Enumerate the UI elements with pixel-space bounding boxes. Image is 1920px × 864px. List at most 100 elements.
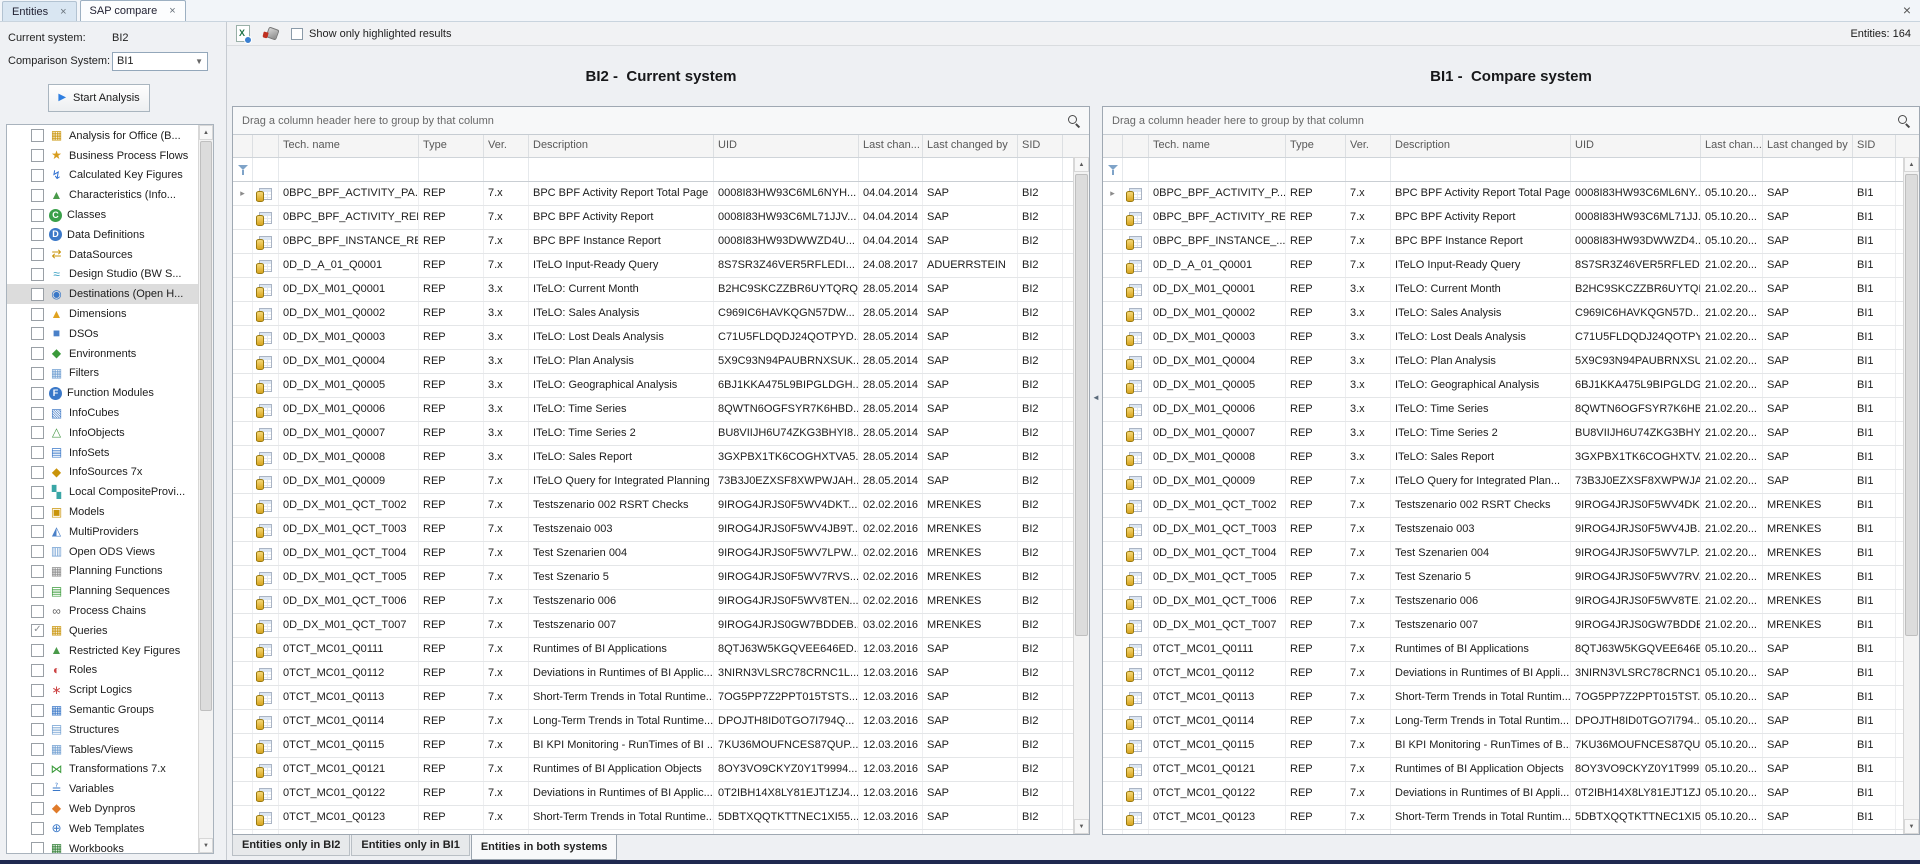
column-header-description[interactable]: Description bbox=[1391, 135, 1571, 157]
checkbox[interactable] bbox=[31, 228, 44, 241]
filter-cell[interactable] bbox=[279, 158, 419, 181]
checkbox[interactable] bbox=[31, 268, 44, 281]
table-row[interactable]: 0D_DX_M01_QCT_T004REP7.xTest Szenarien 0… bbox=[233, 542, 1089, 566]
checkbox[interactable] bbox=[31, 822, 44, 835]
checkbox[interactable] bbox=[31, 842, 44, 853]
table-row[interactable]: 0D_DX_M01_Q0001REP3.xITeLO: Current Mont… bbox=[233, 278, 1089, 302]
table-row[interactable]: 0D_DX_M01_Q0006REP3.xITeLO: Time Series8… bbox=[1103, 398, 1919, 422]
scrollbar-thumb[interactable] bbox=[1905, 174, 1918, 636]
checkbox[interactable] bbox=[31, 129, 44, 142]
excel-export-icon[interactable] bbox=[236, 25, 250, 42]
table-row[interactable]: 0D_DX_M01_Q0006REP3.xITeLO: Time Series8… bbox=[233, 398, 1089, 422]
filter-cell[interactable] bbox=[923, 158, 1018, 181]
table-row[interactable]: 0TCT_MC01_Q0121REP7.xRuntimes of BI Appl… bbox=[1103, 758, 1919, 782]
sidebar-item-open-ods-views[interactable]: ▥Open ODS Views bbox=[7, 542, 198, 562]
show-only-highlighted-checkbox[interactable] bbox=[291, 28, 303, 40]
column-header-tech-name[interactable]: Tech. name bbox=[1149, 135, 1286, 157]
table-row[interactable]: 0TCT_MC01_Q0112REP7.xDeviations in Runti… bbox=[1103, 662, 1919, 686]
filter-cell[interactable] bbox=[1346, 158, 1391, 181]
sidebar-item-structures[interactable]: ▤Structures bbox=[7, 720, 198, 740]
sidebar-item-destinations-open-h[interactable]: ◉Destinations (Open H... bbox=[7, 284, 198, 304]
table-row[interactable]: 0D_DX_M01_Q0009REP7.xITeLO Query for Int… bbox=[233, 470, 1089, 494]
sidebar-item-data-definitions[interactable]: DData Definitions bbox=[7, 225, 198, 245]
sidebar-item-variables[interactable]: ≟Variables bbox=[7, 779, 198, 799]
table-row[interactable]: 0D_DX_M01_QCT_T003REP7.xTestszenaio 0039… bbox=[233, 518, 1089, 542]
checkbox[interactable] bbox=[31, 189, 44, 202]
table-row[interactable]: 0TCT_MC01_Q0124REP7.xLong-Term Trends in… bbox=[233, 830, 1089, 834]
table-row[interactable]: 0D_DX_M01_Q0002REP3.xITeLO: Sales Analys… bbox=[1103, 302, 1919, 326]
grid-splitter[interactable]: ◄ bbox=[1090, 46, 1102, 835]
table-row[interactable]: 0TCT_MC01_Q0111REP7.xRuntimes of BI Appl… bbox=[233, 638, 1089, 662]
table-row[interactable]: 0TCT_MC01_Q0112REP7.xDeviations in Runti… bbox=[233, 662, 1089, 686]
search-icon[interactable] bbox=[1068, 115, 1080, 127]
sidebar-item-classes[interactable]: CClasses bbox=[7, 205, 198, 225]
sidebar-item-queries[interactable]: ✓▦Queries bbox=[7, 621, 198, 641]
filter-cell[interactable] bbox=[419, 158, 484, 181]
table-row[interactable]: 0D_DX_M01_QCT_T004REP7.xTest Szenarien 0… bbox=[1103, 542, 1919, 566]
table-row[interactable]: 0TCT_MC01_Q0124REP7.xLong-Term Trends in… bbox=[1103, 830, 1919, 834]
table-row[interactable]: 0TCT_MC01_Q0113REP7.xShort-Term Trends i… bbox=[1103, 686, 1919, 710]
scroll-down-icon[interactable]: ▼ bbox=[1074, 819, 1089, 834]
checkbox[interactable] bbox=[31, 486, 44, 499]
checkbox[interactable] bbox=[31, 248, 44, 261]
filter-cell[interactable] bbox=[1286, 158, 1346, 181]
tab-entities[interactable]: Entities × bbox=[2, 1, 77, 21]
filter-cell[interactable] bbox=[484, 158, 529, 181]
checkbox[interactable] bbox=[31, 684, 44, 697]
sidebar-item-environments[interactable]: ◆Environments bbox=[7, 344, 198, 364]
table-row[interactable]: 0D_DX_M01_Q0008REP3.xITeLO: Sales Report… bbox=[233, 446, 1089, 470]
sidebar-item-transformations-7-x[interactable]: ⋈Transformations 7.x bbox=[7, 760, 198, 780]
checkbox[interactable] bbox=[31, 407, 44, 420]
table-row[interactable]: 0TCT_MC01_Q0123REP7.xShort-Term Trends i… bbox=[1103, 806, 1919, 830]
checkbox[interactable] bbox=[31, 802, 44, 815]
sidebar-item-dsos[interactable]: ■DSOs bbox=[7, 324, 198, 344]
table-row[interactable]: 0TCT_MC01_Q0121REP7.xRuntimes of BI Appl… bbox=[233, 758, 1089, 782]
checkbox[interactable] bbox=[31, 644, 44, 657]
table-row[interactable]: 0D_DX_M01_Q0001REP3.xITeLO: Current Mont… bbox=[1103, 278, 1919, 302]
filter-cell[interactable] bbox=[714, 158, 859, 181]
checkbox[interactable] bbox=[31, 605, 44, 618]
table-row[interactable]: 0D_DX_M01_Q0005REP3.xITeLO: Geographical… bbox=[1103, 374, 1919, 398]
table-row[interactable]: 0BPC_BPF_ACTIVITY_REPREP7.xBPC BPF Activ… bbox=[1103, 206, 1919, 230]
checkbox[interactable] bbox=[31, 209, 44, 222]
table-row[interactable]: 0TCT_MC01_Q0123REP7.xShort-Term Trends i… bbox=[233, 806, 1089, 830]
checkbox[interactable] bbox=[31, 565, 44, 578]
table-row[interactable]: 0D_DX_M01_Q0003REP3.xITeLO: Lost Deals A… bbox=[233, 326, 1089, 350]
scroll-up-icon[interactable]: ▲ bbox=[199, 125, 213, 140]
table-row[interactable]: 0BPC_BPF_INSTANCE_REPREP7.xBPC BPF Insta… bbox=[233, 230, 1089, 254]
column-header-uid[interactable]: UID bbox=[714, 135, 859, 157]
filter-cell[interactable] bbox=[233, 158, 253, 181]
vertical-scrollbar[interactable]: ▲ ▼ bbox=[1903, 157, 1919, 834]
table-row[interactable]: 0D_D_A_01_Q0001REP7.xITeLO Input-Ready Q… bbox=[1103, 254, 1919, 278]
table-row[interactable]: 0D_DX_M01_Q0008REP3.xITeLO: Sales Report… bbox=[1103, 446, 1919, 470]
column-header-last-chan[interactable]: Last chan... bbox=[859, 135, 923, 157]
table-row[interactable]: 0D_DX_M01_QCT_T007REP7.xTestszenario 007… bbox=[1103, 614, 1919, 638]
vertical-scrollbar[interactable]: ▲ ▼ bbox=[1073, 157, 1089, 834]
table-row[interactable]: 0D_DX_M01_QCT_T005REP7.xTest Szenario 59… bbox=[233, 566, 1089, 590]
checkbox[interactable]: ✓ bbox=[31, 624, 44, 637]
table-row[interactable]: 0D_DX_M01_QCT_T006REP7.xTestszenario 006… bbox=[233, 590, 1089, 614]
sidebar-item-planning-functions[interactable]: ▦Planning Functions bbox=[7, 562, 198, 582]
table-row[interactable]: 0D_D_A_01_Q0001REP7.xITeLO Input-Ready Q… bbox=[233, 254, 1089, 278]
filter-cell[interactable] bbox=[1571, 158, 1701, 181]
column-header-sid[interactable]: SID bbox=[1853, 135, 1896, 157]
checkbox[interactable] bbox=[31, 545, 44, 558]
scrollbar-thumb[interactable] bbox=[1075, 174, 1088, 636]
sidebar-item-datasources[interactable]: ⇄DataSources bbox=[7, 245, 198, 265]
table-row[interactable]: 0D_DX_M01_Q0005REP3.xITeLO: Geographical… bbox=[233, 374, 1089, 398]
filter-cell[interactable] bbox=[253, 158, 279, 181]
collapse-left-icon[interactable]: ◄ bbox=[1092, 393, 1100, 402]
comparison-system-select[interactable]: BI1 ▼ bbox=[112, 52, 208, 71]
table-row[interactable]: 0TCT_MC01_Q0113REP7.xShort-Term Trends i… bbox=[233, 686, 1089, 710]
sidebar-item-analysis-for-office-b[interactable]: ▦Analysis for Office (B... bbox=[7, 126, 198, 146]
filter-cell[interactable] bbox=[859, 158, 923, 181]
checkbox[interactable] bbox=[31, 466, 44, 479]
checkbox[interactable] bbox=[31, 783, 44, 796]
checkbox[interactable] bbox=[31, 347, 44, 360]
checkbox[interactable] bbox=[31, 585, 44, 598]
checkbox[interactable] bbox=[31, 426, 44, 439]
column-header-last-changed-by[interactable]: Last changed by bbox=[1763, 135, 1853, 157]
table-row[interactable]: 0D_DX_M01_QCT_T006REP7.xTestszenario 006… bbox=[1103, 590, 1919, 614]
scroll-up-icon[interactable]: ▲ bbox=[1904, 157, 1919, 172]
filter-cell[interactable] bbox=[1103, 158, 1123, 181]
